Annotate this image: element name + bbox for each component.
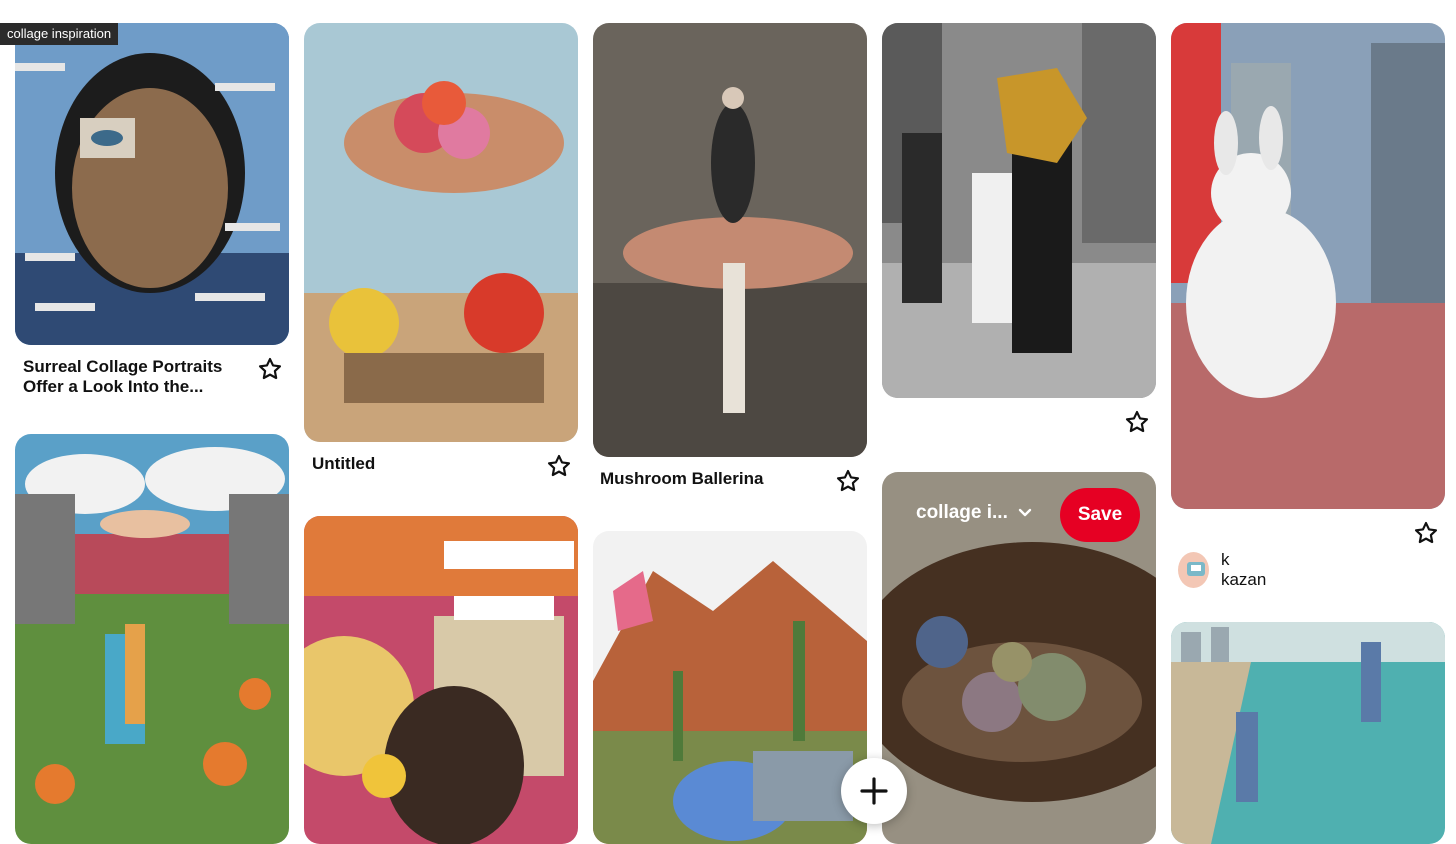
pin-image[interactable]: collage i... Save [882, 472, 1156, 844]
pin-image[interactable] [304, 516, 578, 844]
beach-collage-art [1171, 622, 1445, 844]
save-button[interactable]: Save [1060, 488, 1140, 542]
pin-title[interactable]: Mushroom Ballerina [600, 469, 820, 489]
collage-portrait-art [15, 23, 289, 345]
pin-image[interactable] [1171, 622, 1445, 844]
board-select-label: collage i... [916, 502, 1008, 523]
hands-flowers-art [304, 23, 578, 442]
plus-icon [860, 777, 888, 805]
bunny-city-art [1171, 23, 1445, 509]
pin-image[interactable] [15, 23, 289, 345]
star-icon[interactable] [1124, 409, 1150, 435]
pin-image[interactable] [882, 23, 1156, 398]
pin-title[interactable]: Untitled [312, 454, 532, 474]
star-icon[interactable] [546, 453, 572, 479]
star-icon[interactable] [835, 468, 861, 494]
pin-image[interactable] [593, 531, 867, 844]
star-icon[interactable] [257, 356, 283, 382]
add-pin-button[interactable] [841, 758, 907, 824]
board-name-tag: collage inspiration [0, 23, 119, 45]
pin-image[interactable] [593, 23, 867, 457]
pin-title[interactable]: Surreal Collage Portraits Offer a Look I… [23, 357, 253, 397]
desert-collage-art [593, 531, 867, 844]
board-select-dropdown[interactable]: collage i... [916, 502, 1032, 524]
pin-image[interactable] [15, 434, 289, 844]
avatar[interactable] [1178, 552, 1209, 588]
sun-collage-art [304, 516, 578, 844]
pin-image[interactable] [1171, 23, 1445, 509]
author-name[interactable]: k kazan [1221, 550, 1271, 590]
mushroom-ballerina-art [593, 23, 867, 457]
pin-image[interactable] [304, 23, 578, 442]
pin-author[interactable]: k kazan [1178, 550, 1271, 590]
field-collage-art [15, 434, 289, 844]
kiss-collage-art [882, 23, 1156, 398]
chevron-down-icon [1018, 508, 1032, 517]
star-icon[interactable] [1413, 520, 1439, 546]
